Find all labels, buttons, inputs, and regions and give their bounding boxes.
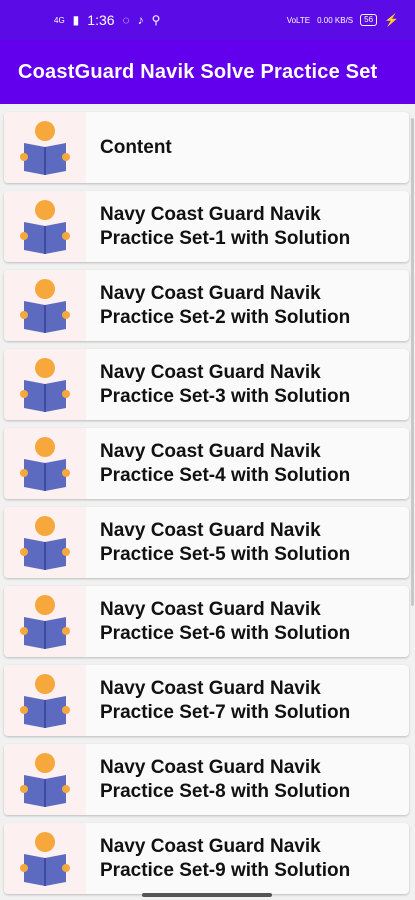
reading-person-icon [4,349,86,420]
reading-person-icon [4,665,86,736]
signal-icon: ▮ [72,13,80,27]
list-item-practice-set-9[interactable]: Navy Coast Guard Navik Practice Set-9 wi… [4,823,409,894]
list-item-label: Navy Coast Guard Navik Practice Set-7 wi… [100,677,351,723]
reading-person-icon [4,823,86,894]
status-left: 4G ▮ 1:36 ◌ ♪ ⚲ [54,12,160,28]
battery-icon: 56 [360,14,378,26]
list-item-practice-set-6[interactable]: Navy Coast Guard Navik Practice Set-6 wi… [4,586,409,657]
status-right: VoLTE 0.00 KB/S 56 ⚡ [287,14,399,26]
reading-person-icon [4,586,86,657]
bell-icon: ♪ [137,13,144,27]
practice-set-list[interactable]: Content Navy Coast Guard Navik Practice … [0,104,415,900]
reading-person-icon [4,112,86,183]
scrollbar[interactable] [411,118,414,606]
list-item-label: Navy Coast Guard Navik Practice Set-1 wi… [100,203,351,249]
list-item-practice-set-7[interactable]: Navy Coast Guard Navik Practice Set-7 wi… [4,665,409,736]
list-item-label: Navy Coast Guard Navik Practice Set-5 wi… [100,519,351,565]
list-item-label: Navy Coast Guard Navik Practice Set-3 wi… [100,361,351,407]
list-item-practice-set-5[interactable]: Navy Coast Guard Navik Practice Set-5 wi… [4,507,409,578]
whatsapp-icon: ◌ [122,13,130,27]
list-item-practice-set-3[interactable]: Navy Coast Guard Navik Practice Set-3 wi… [4,349,409,420]
battery-level: 56 [364,15,374,24]
reading-person-icon [4,428,86,499]
usb-icon: ⚲ [151,13,161,27]
list-item-content[interactable]: Content [4,112,409,183]
network-speed: 0.00 KB/S [317,15,354,25]
list-item-label: Content [100,136,172,158]
list-item-practice-set-8[interactable]: Navy Coast Guard Navik Practice Set-8 wi… [4,744,409,815]
charging-icon: ⚡ [384,13,399,27]
home-indicator[interactable] [142,893,272,897]
list-item-label: Navy Coast Guard Navik Practice Set-8 wi… [100,756,351,802]
status-time: 1:36 [87,12,115,28]
list-item-label: Navy Coast Guard Navik Practice Set-9 wi… [100,835,351,881]
list-item-practice-set-4[interactable]: Navy Coast Guard Navik Practice Set-4 wi… [4,428,409,499]
app-bar: CoastGuard Navik Solve Practice Set [0,40,415,104]
list-item-label: Navy Coast Guard Navik Practice Set-2 wi… [100,282,351,328]
list-item-label: Navy Coast Guard Navik Practice Set-6 wi… [100,598,351,644]
reading-person-icon [4,270,86,341]
page-title: CoastGuard Navik Solve Practice Set [18,60,378,83]
list-item-practice-set-1[interactable]: Navy Coast Guard Navik Practice Set-1 wi… [4,191,409,262]
network-indicator: 4G [54,15,65,25]
status-bar: 4G ▮ 1:36 ◌ ♪ ⚲ VoLTE 0.00 KB/S 56 ⚡ [0,0,415,40]
reading-person-icon [4,744,86,815]
volte-indicator: VoLTE [286,15,311,25]
reading-person-icon [4,507,86,578]
reading-person-icon [4,191,86,262]
list-item-practice-set-2[interactable]: Navy Coast Guard Navik Practice Set-2 wi… [4,270,409,341]
list-item-label: Navy Coast Guard Navik Practice Set-4 wi… [100,440,351,486]
